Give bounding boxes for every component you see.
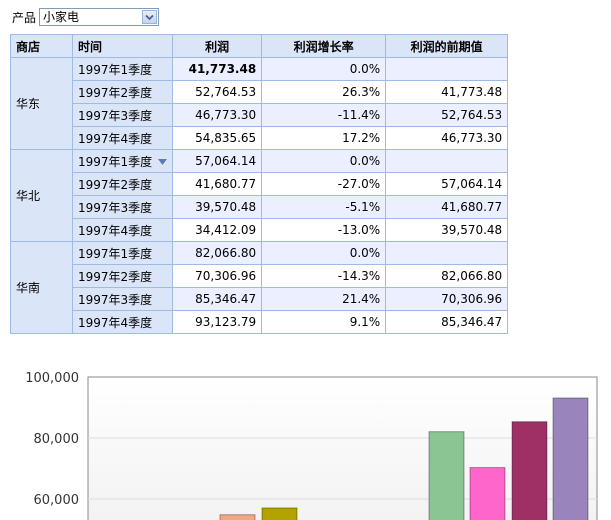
- previous-cell: [385, 57, 509, 81]
- growth-cell: -14.3%: [261, 264, 387, 288]
- growth-cell: 0.0%: [261, 149, 387, 173]
- profit-cell: 39,570.48: [172, 195, 263, 219]
- select-dropdown-button[interactable]: [142, 10, 158, 24]
- chart-bar[interactable]: [552, 397, 589, 520]
- previous-cell: 41,680.77: [385, 195, 509, 219]
- previous-cell: 46,773.30: [385, 126, 509, 150]
- store-cell-huadong[interactable]: 华东: [10, 57, 73, 150]
- table-row: 1997年2季度 41,680.77 -27.0% 57,064.14: [11, 172, 509, 196]
- product-select[interactable]: 小家电: [39, 8, 160, 26]
- growth-cell: -13.0%: [261, 218, 387, 242]
- profit-cell: 34,412.09: [172, 218, 263, 242]
- table-row: 1997年3季度 46,773.30 -11.4% 52,764.53: [11, 103, 509, 127]
- header-time[interactable]: 时间: [71, 34, 174, 58]
- profit-cell: 93,123.79: [172, 310, 263, 334]
- profit-cell: 41,680.77: [172, 172, 263, 196]
- growth-cell: -11.4%: [261, 103, 387, 127]
- chart-bar[interactable]: [428, 431, 465, 520]
- table-row: 1997年3季度 39,570.48 -5.1% 41,680.77: [11, 195, 509, 219]
- growth-cell: 17.2%: [261, 126, 387, 150]
- table-header-row: 商店 时间 利润 利润增长率 利润的前期值: [10, 34, 509, 58]
- profit-cell: 54,835.65: [172, 126, 263, 150]
- time-cell[interactable]: 1997年3季度: [71, 103, 174, 127]
- table-row: 1997年3季度 85,346.47 21.4% 70,306.96: [11, 287, 509, 311]
- time-cell[interactable]: 1997年1季度: [71, 241, 174, 265]
- time-cell[interactable]: 1997年2季度: [71, 80, 174, 104]
- chart-bar[interactable]: [219, 514, 256, 520]
- table-row: 华北 1997年1季度 57,064.14 0.0%: [10, 149, 509, 242]
- profit-cell: 57,064.14: [172, 149, 263, 173]
- profit-cell: 46,773.30: [172, 103, 263, 127]
- table-row: 1997年2季度 52,764.53 26.3% 41,773.48: [11, 80, 509, 104]
- product-filter: 产品 小家电: [12, 7, 160, 27]
- previous-cell: 82,066.80: [385, 264, 509, 288]
- header-profit[interactable]: 利润: [172, 34, 263, 58]
- growth-cell: -5.1%: [261, 195, 387, 219]
- profit-cell: 41,773.48: [172, 57, 263, 81]
- y-axis-ticks: 60,000 80,000 100,000: [25, 371, 79, 508]
- time-cell[interactable]: 1997年2季度: [71, 172, 174, 196]
- y-tick-label: 80,000: [34, 432, 80, 447]
- table-row: 1997年4季度 34,412.09 -13.0% 39,570.48: [11, 218, 509, 242]
- profit-cell: 85,346.47: [172, 287, 263, 311]
- store-cell-huanan[interactable]: 华南: [10, 241, 73, 334]
- y-tick-label: 60,000: [34, 493, 80, 508]
- growth-cell: 0.0%: [261, 57, 387, 81]
- growth-cell: 21.4%: [261, 287, 387, 311]
- profit-cell: 52,764.53: [172, 80, 263, 104]
- previous-cell: 52,764.53: [385, 103, 509, 127]
- table-row: 华南 1997年1季度 82,066.80 0.0%: [10, 241, 509, 334]
- chart-bar[interactable]: [511, 421, 548, 520]
- previous-cell: 70,306.96: [385, 287, 509, 311]
- product-filter-label: 产品: [12, 10, 37, 25]
- triangle-down-icon[interactable]: [158, 159, 168, 165]
- profit-pivot-table: 商店 时间 利润 利润增长率 利润的前期值 华东 1997年1季度 41,773…: [10, 34, 509, 334]
- product-select-value: 小家电: [43, 10, 80, 24]
- growth-cell: 0.0%: [261, 241, 387, 265]
- previous-cell: 57,064.14: [385, 172, 509, 196]
- growth-cell: -27.0%: [261, 172, 387, 196]
- growth-cell: 9.1%: [261, 310, 387, 334]
- time-cell[interactable]: 1997年2季度: [71, 264, 174, 288]
- chart-bar[interactable]: [469, 467, 506, 520]
- table-row: 1997年2季度 70,306.96 -14.3% 82,066.80: [11, 264, 509, 288]
- time-cell[interactable]: 1997年1季度: [71, 57, 174, 81]
- header-profit-growth[interactable]: 利润增长率: [261, 34, 387, 58]
- table-row: 华东 1997年1季度 41,773.48 0.0%: [10, 57, 509, 150]
- time-cell[interactable]: 1997年1季度: [71, 149, 174, 173]
- previous-cell: [385, 149, 509, 173]
- time-cell[interactable]: 1997年4季度: [71, 126, 174, 150]
- profit-cell: 82,066.80: [172, 241, 263, 265]
- table-row: 1997年4季度 93,123.79 9.1% 85,346.47: [11, 310, 509, 334]
- time-cell-label: 1997年1季度: [78, 154, 153, 169]
- table-row: 1997年4季度 54,835.65 17.2% 46,773.30: [11, 126, 509, 150]
- store-cell-huabei[interactable]: 华北: [10, 149, 73, 242]
- time-cell[interactable]: 1997年4季度: [71, 310, 174, 334]
- header-store[interactable]: 商店: [10, 34, 73, 58]
- profit-cell: 70,306.96: [172, 264, 263, 288]
- chevron-down-icon: [145, 14, 154, 20]
- header-profit-previous[interactable]: 利润的前期值: [385, 34, 509, 58]
- previous-cell: 85,346.47: [385, 310, 509, 334]
- time-cell[interactable]: 1997年3季度: [71, 287, 174, 311]
- growth-cell: 26.3%: [261, 80, 387, 104]
- time-cell[interactable]: 1997年3季度: [71, 195, 174, 219]
- time-cell[interactable]: 1997年4季度: [71, 218, 174, 242]
- previous-cell: 39,570.48: [385, 218, 509, 242]
- y-tick-label: 100,000: [25, 371, 79, 386]
- previous-cell: [385, 241, 509, 265]
- profit-bar-chart: 60,000 80,000 100,000: [25, 371, 598, 520]
- chart-bar[interactable]: [261, 507, 298, 520]
- previous-cell: 41,773.48: [385, 80, 509, 104]
